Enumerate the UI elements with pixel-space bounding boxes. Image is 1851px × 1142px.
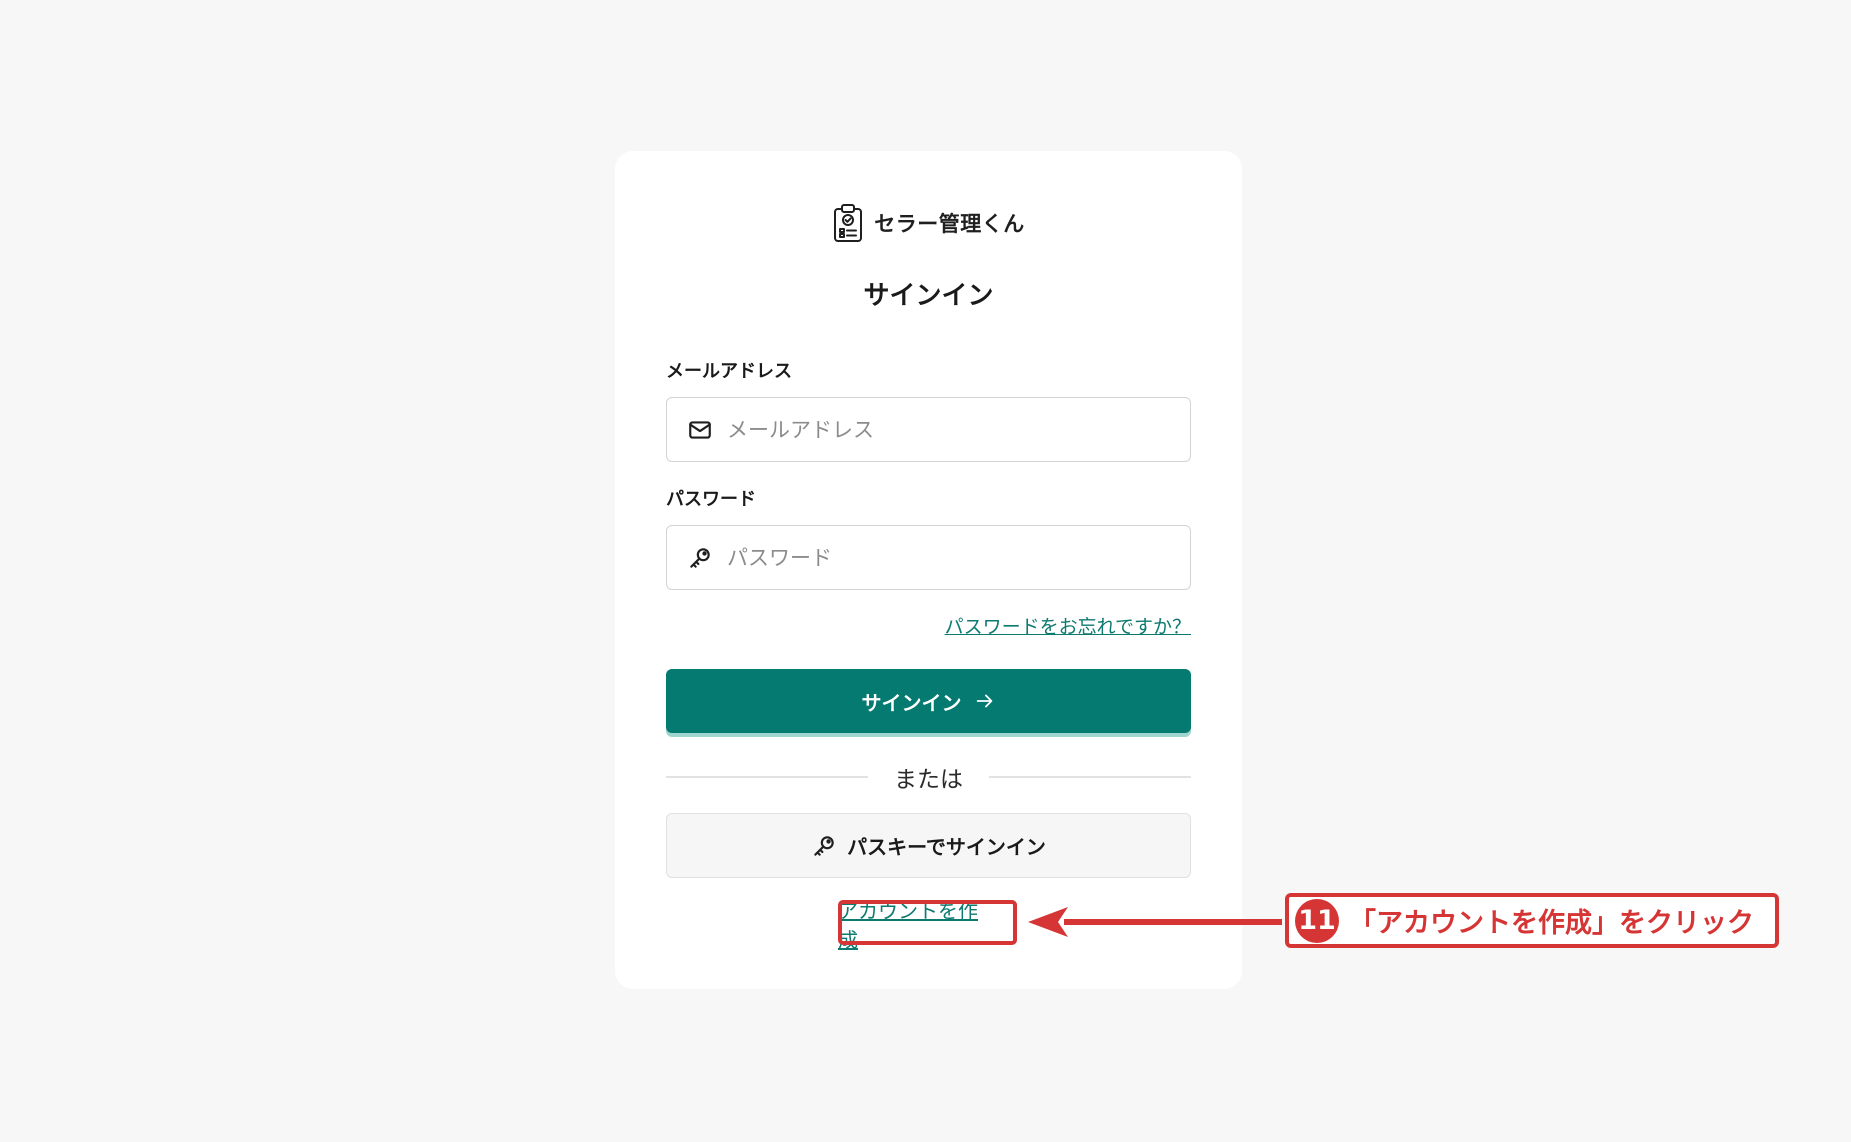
or-divider: または — [666, 759, 1191, 795]
passkey-button-label: パスキーでサインイン — [847, 835, 1046, 859]
brand-header: セラー管理くん — [615, 203, 1242, 243]
page-title: サインイン — [863, 281, 994, 311]
forgot-password-link[interactable]: パスワードをお忘れですか？ — [945, 612, 1191, 639]
clipboard-check-icon — [834, 204, 863, 242]
annotation-arrow-icon — [1028, 907, 1282, 937]
email-label: メールアドレス — [666, 361, 792, 382]
signin-card: セラー管理くん サインイン メールアドレス パスワード パスワードをお忘れですか… — [615, 151, 1242, 989]
divider-text: または — [894, 767, 963, 793]
email-field[interactable] — [666, 397, 1191, 462]
signin-button-label: サインイン — [861, 690, 962, 715]
app-name: セラー管理くん — [874, 212, 1025, 236]
passkey-signin-button[interactable]: パスキーでサインイン — [666, 813, 1191, 878]
divider-line-right — [989, 776, 1191, 778]
signin-button[interactable]: サインイン — [666, 669, 1191, 733]
page: セラー管理くん サインイン メールアドレス パスワード パスワードをお忘れですか… — [0, 0, 1851, 1142]
password-field[interactable] — [666, 525, 1191, 590]
step-number-badge: 11 — [1295, 898, 1339, 943]
mail-icon — [689, 420, 711, 439]
email-input[interactable] — [727, 417, 1167, 442]
annotation-text: 「アカウントを作成」をクリック — [1349, 908, 1754, 939]
arrow-right-icon — [976, 694, 992, 708]
password-label: パスワード — [666, 489, 756, 510]
divider-line-left — [666, 776, 868, 778]
key-icon — [814, 835, 834, 856]
key-icon — [690, 547, 710, 568]
annotation-highlight-box — [838, 900, 1017, 945]
annotation-callout: 11 「アカウントを作成」をクリック — [1285, 893, 1779, 948]
password-input[interactable] — [727, 545, 1167, 570]
